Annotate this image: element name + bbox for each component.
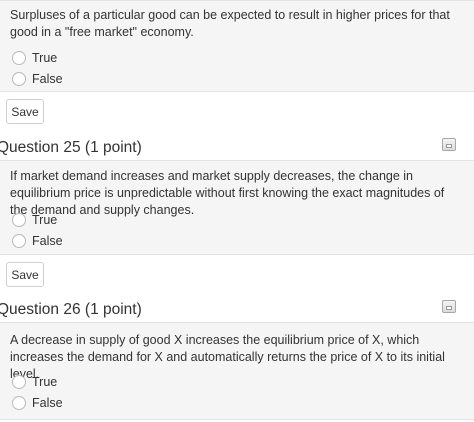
option-label: False xyxy=(32,234,63,248)
radio-button-icon[interactable] xyxy=(12,51,26,65)
question-26-option-false[interactable]: False xyxy=(12,395,63,411)
flag-question-icon[interactable] xyxy=(442,300,456,313)
radio-button-icon[interactable] xyxy=(12,213,26,227)
option-label: True xyxy=(32,213,58,227)
flag-question-icon[interactable] xyxy=(442,138,456,151)
question-24-option-false[interactable]: False xyxy=(12,71,63,87)
question-25-option-false[interactable]: False xyxy=(12,233,63,249)
question-26-heading: Question 26 (1 point) xyxy=(0,301,142,319)
question-24-option-true[interactable]: True xyxy=(12,50,57,66)
question-25-points: (1 point) xyxy=(84,139,142,156)
radio-button-icon[interactable] xyxy=(12,72,26,86)
question-26-panel: A decrease in supply of good X increases… xyxy=(0,322,474,420)
question-24-text: Surpluses of a particular good can be ex… xyxy=(10,8,450,39)
question-26-option-true[interactable]: True xyxy=(12,374,57,390)
question-26-points: (1 point) xyxy=(84,301,142,318)
question-24-save-button[interactable]: Save xyxy=(6,99,44,124)
question-25-title: Question 25 xyxy=(0,139,81,156)
radio-button-icon[interactable] xyxy=(12,396,26,410)
question-25-panel: If market demand increases and market su… xyxy=(0,160,474,255)
radio-button-icon[interactable] xyxy=(12,375,26,389)
question-26-text: A decrease in supply of good X increases… xyxy=(10,333,445,381)
question-24-panel: Surpluses of a particular good can be ex… xyxy=(0,0,474,92)
question-25-save-button[interactable]: Save xyxy=(6,262,44,287)
option-label: True xyxy=(32,51,58,65)
question-25-text: If market demand increases and market su… xyxy=(10,169,445,217)
option-label: True xyxy=(32,375,58,389)
question-25-heading: Question 25 (1 point) xyxy=(0,139,142,157)
question-25-option-true[interactable]: True xyxy=(12,212,57,228)
option-label: False xyxy=(32,72,63,86)
option-label: False xyxy=(32,396,63,410)
question-26-title: Question 26 xyxy=(0,301,81,318)
radio-button-icon[interactable] xyxy=(12,234,26,248)
